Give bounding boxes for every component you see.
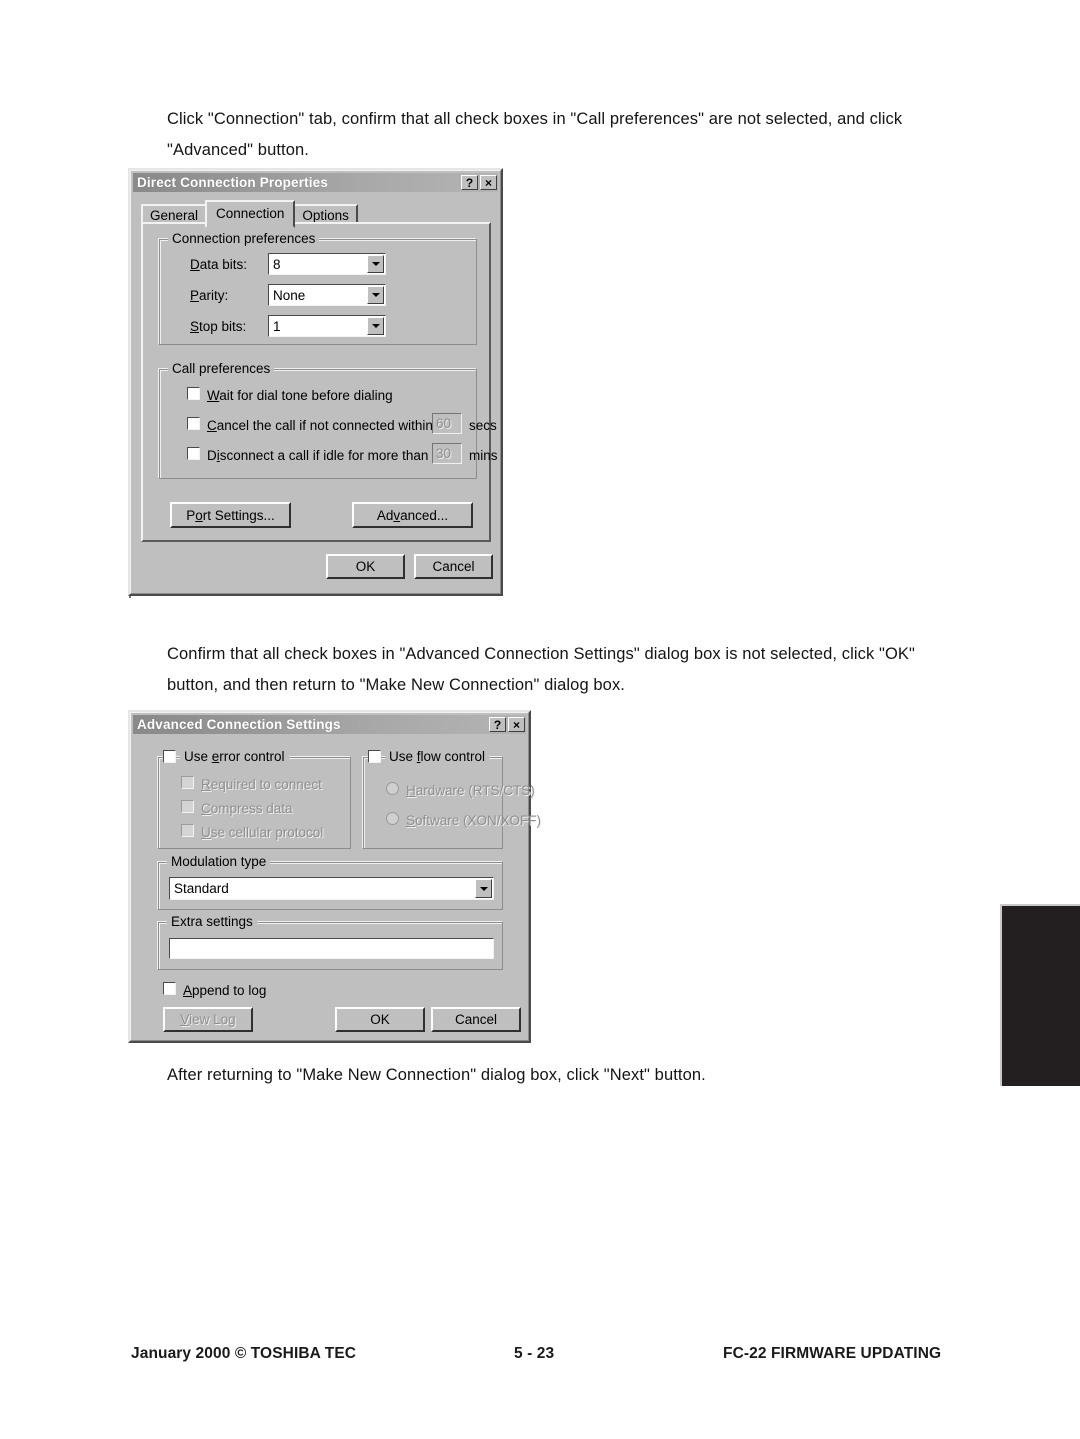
wait-for-dial-tone-label: Wait for dial tone before dialing [207, 388, 393, 403]
tab-general-label: General [150, 208, 199, 223]
advanced-connection-settings-dialog: Advanced Connection Settings ? × Use err… [128, 710, 541, 1043]
software-xon-xoff-label: Software (XON/XOFF) [406, 813, 542, 828]
extra-settings-group-label: Extra settings [167, 914, 257, 929]
use-flow-control-group: Use flow control Hardware (RTS/CTS) Soft… [363, 749, 541, 849]
footer-left: January 2000 © TOSHIBA TEC [131, 1345, 357, 1362]
extra-settings-input[interactable] [169, 938, 494, 959]
page-edge-marker-tab [1000, 904, 1080, 1086]
cancel-call-checkbox[interactable] [187, 417, 200, 430]
dialog2-ok-button[interactable]: OK [335, 1007, 425, 1032]
instruction-paragraph-3: After returning to "Make New Connection"… [167, 1066, 706, 1084]
use-error-control-checkbox[interactable] [163, 750, 176, 763]
software-xon-xoff-radio[interactable] [386, 812, 399, 825]
tab-options-label: Options [302, 208, 349, 223]
disconnect-idle-unit-label: mins [469, 448, 498, 463]
direct-connection-properties-dialog: Direct Connection Properties ? × General… [128, 168, 503, 596]
tab-connection[interactable]: Connection [205, 200, 296, 228]
modulation-type-value: Standard [174, 881, 229, 896]
hardware-rts-cts-label: Hardware (RTS/CTS) [406, 783, 535, 798]
data-bits-value: 8 [273, 256, 281, 272]
cancel-call-unit-label: secs [469, 418, 497, 433]
wait-for-dial-tone-checkbox[interactable] [187, 387, 200, 400]
dialog1-titlebar[interactable]: Direct Connection Properties ? × [133, 173, 498, 192]
disconnect-idle-minutes-field[interactable]: 30 [432, 443, 462, 464]
port-settings-button[interactable]: Port Settings... [170, 502, 291, 528]
view-log-button-label: View Log [180, 1012, 236, 1027]
footer-right: FC-22 FIRMWARE UPDATING [723, 1345, 942, 1362]
extra-settings-group: Extra settings [158, 914, 503, 970]
append-to-log-checkbox[interactable] [163, 982, 176, 995]
connection-tab-panel: Connection preferences Data bits: 8 Pari… [141, 222, 498, 542]
dialog2-ok-label: OK [370, 1012, 390, 1027]
dialog1-cancel-button[interactable]: Cancel [414, 554, 493, 579]
use-flow-control-group-label: Use flow control [385, 749, 490, 764]
data-bits-label: Data bits: [190, 257, 248, 272]
cancel-call-seconds-field[interactable]: 60 [432, 413, 462, 434]
tab-connection-label: Connection [216, 206, 285, 221]
port-settings-button-label: Port Settings... [186, 507, 275, 523]
chevron-down-icon[interactable] [475, 879, 492, 898]
required-to-connect-checkbox[interactable] [181, 776, 194, 789]
use-error-control-group-label: Use error control [180, 749, 289, 764]
required-to-connect-label: Required to connect [201, 777, 322, 792]
stop-bits-value: 1 [273, 318, 281, 334]
close-icon[interactable]: × [480, 175, 497, 190]
disconnect-idle-checkbox[interactable] [187, 447, 200, 460]
hardware-rts-cts-radio[interactable] [386, 782, 399, 795]
dialog1-titlebar-buttons: ? × [461, 175, 498, 190]
stop-bits-label: Stop bits: [190, 319, 247, 334]
disconnect-idle-label: Disconnect a call if idle for more than [207, 448, 429, 463]
dialog2-cancel-button[interactable]: Cancel [431, 1007, 521, 1032]
modulation-type-group: Modulation type Standard [158, 854, 503, 910]
connection-preferences-group-label: Connection preferences [168, 231, 320, 246]
dialog2-titlebar-buttons: ? × [489, 717, 526, 732]
parity-combobox[interactable]: None [268, 284, 386, 306]
instruction-paragraph-2: Confirm that all check boxes in "Advance… [167, 645, 915, 694]
stop-bits-combobox[interactable]: 1 [268, 315, 386, 337]
parity-value: None [273, 287, 306, 303]
modulation-type-group-label: Modulation type [167, 854, 271, 869]
instruction-paragraph-1: Click "Connection" tab, confirm that all… [167, 110, 903, 159]
parity-label: Parity: [190, 288, 229, 303]
footer-page-number: 5 - 23 [514, 1345, 555, 1362]
chevron-down-icon[interactable] [367, 286, 384, 304]
dialog1-title: Direct Connection Properties [137, 175, 328, 190]
dialog1-ok-label: OK [355, 559, 376, 574]
compress-data-checkbox[interactable] [181, 800, 194, 813]
chevron-down-icon[interactable] [367, 317, 384, 335]
data-bits-combobox[interactable]: 8 [268, 253, 386, 275]
use-error-control-group: Use error control Required to connect Co… [158, 749, 351, 849]
close-icon[interactable]: × [508, 717, 525, 732]
call-preferences-group: Call preferences Wait for dial tone befo… [159, 361, 498, 479]
help-icon[interactable]: ? [489, 717, 506, 732]
view-log-button[interactable]: View Log [163, 1007, 253, 1032]
append-to-log-label: Append to log [183, 983, 267, 998]
dialog2-cancel-label: Cancel [454, 1012, 498, 1027]
cancel-call-label: Cancel the call if not connected within [207, 418, 433, 433]
chevron-down-icon[interactable] [367, 255, 384, 273]
help-icon[interactable]: ? [461, 175, 478, 190]
dialog1-cancel-label: Cancel [432, 559, 475, 574]
modulation-type-combobox[interactable]: Standard [169, 877, 494, 900]
use-cellular-protocol-checkbox[interactable] [181, 824, 194, 837]
call-preferences-group-label: Call preferences [168, 361, 275, 376]
dialog2-title: Advanced Connection Settings [137, 717, 341, 732]
connection-preferences-group: Connection preferences Data bits: 8 Pari… [159, 231, 477, 345]
compress-data-label: Compress data [201, 801, 293, 816]
use-cellular-protocol-label: Use cellular protocol [201, 825, 324, 840]
dialog1-ok-button[interactable]: OK [326, 554, 405, 579]
advanced-button[interactable]: Advanced... [352, 502, 473, 528]
use-flow-control-checkbox[interactable] [368, 750, 381, 763]
advanced-button-label: Advanced... [376, 507, 449, 523]
dialog2-titlebar[interactable]: Advanced Connection Settings ? × [133, 715, 526, 734]
